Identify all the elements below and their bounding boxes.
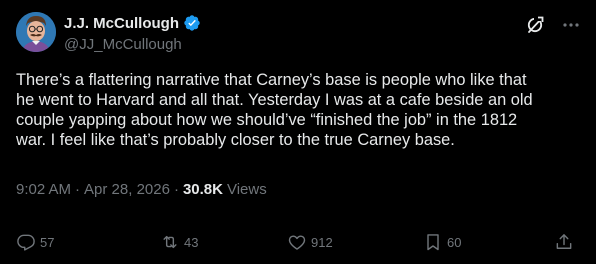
bookmark-button[interactable]: 60: [423, 231, 461, 253]
author-name-row: J.J. McCullough: [64, 14, 201, 32]
grok-icon[interactable]: [524, 14, 546, 36]
author-handle[interactable]: @JJ_McCullough: [64, 36, 182, 53]
repost-button[interactable]: 43: [160, 231, 198, 253]
tweet-action-bar: 57 43 912 60: [16, 231, 582, 253]
like-icon: [287, 232, 307, 252]
tweet-meta: 9:02 AM · Apr 28, 2026 · 30.8K Views: [16, 181, 267, 198]
avatar[interactable]: [16, 12, 56, 52]
reply-count: 57: [40, 234, 55, 250]
meta-separator: ·: [173, 181, 179, 198]
tweet-time[interactable]: 9:02 AM: [16, 181, 71, 198]
author-display-name[interactable]: J.J. McCullough: [64, 15, 179, 32]
tweet-date[interactable]: Apr 28, 2026: [84, 181, 170, 198]
repost-icon: [160, 232, 180, 252]
bookmark-icon: [423, 232, 443, 252]
tweet-top-actions: [510, 14, 582, 36]
views-count: 30.8K: [182, 181, 223, 198]
tweet-text: There’s a flattering narrative that Carn…: [16, 71, 533, 149]
verified-badge-icon[interactable]: [183, 14, 201, 32]
more-icon[interactable]: [560, 14, 582, 36]
like-count: 912: [311, 234, 333, 250]
share-button[interactable]: [554, 231, 574, 253]
share-icon: [554, 232, 574, 252]
meta-separator: ·: [75, 181, 81, 198]
reply-button[interactable]: 57: [16, 231, 54, 253]
reply-icon: [16, 232, 36, 252]
like-button[interactable]: 912: [287, 231, 333, 253]
bookmark-count: 60: [447, 234, 462, 250]
repost-count: 43: [184, 234, 199, 250]
views-label: Views: [226, 181, 267, 198]
tweet: J.J. McCullough @JJ_McCullough There’s a…: [0, 0, 596, 264]
